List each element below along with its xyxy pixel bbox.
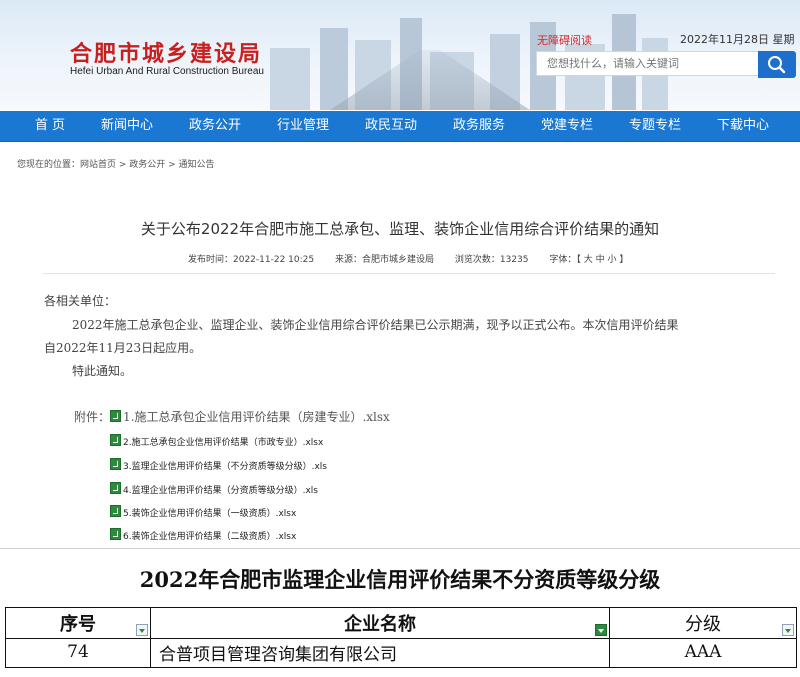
publish-time: 发布时间：2022-11-22 10:25 — [188, 255, 315, 265]
table-header-row: 序号 企业名称 分级 — [5, 607, 797, 639]
sheet-title: 2022年合肥市监理企业信用评价结果不分资质等级分级 — [139, 567, 661, 592]
attachment-item: 3.监理企业信用评价结果（不分资质等级分级）.xls — [110, 458, 327, 472]
attachment-item: 6.装饰企业信用评价结果（二级资质）.xlsx — [110, 528, 296, 542]
attachment-link-5[interactable]: 5.装饰企业信用评价结果（一级资质）.xlsx — [123, 509, 296, 519]
font-size-control[interactable]: 字体：【 大 中 小 】 — [549, 255, 628, 265]
main-nav: 首 页 新闻中心 政务公开 行业管理 政民互动 政务服务 党建专栏 专题专栏 下… — [0, 111, 800, 142]
excel-icon — [110, 482, 121, 494]
excel-icon — [110, 528, 121, 540]
article-source: 来源：合肥市城乡建设局 — [334, 255, 434, 265]
nav-item-government-affairs[interactable]: 政务公开 — [180, 111, 250, 141]
filter-dropdown-icon[interactable] — [136, 624, 148, 636]
search-button[interactable] — [758, 51, 796, 78]
logo-subtitle: Hefei Urban And Rural Construction Burea… — [70, 66, 264, 77]
header-cell-company: 企业名称 — [151, 608, 610, 638]
cell-company-name[interactable]: 合普项目管理咨询集团有限公司 — [151, 637, 610, 667]
paragraph-line-1: 2022年施工总承包企业、监理企业、装饰企业信用综合评价结果已公示期满，现予以正… — [72, 318, 679, 332]
header-label: 序号 — [60, 614, 96, 635]
excel-icon — [110, 505, 121, 517]
cell-index[interactable]: 74 — [6, 637, 151, 667]
excel-icon — [110, 458, 121, 470]
nav-item-industry[interactable]: 行业管理 — [268, 111, 338, 141]
nav-item-services[interactable]: 政务服务 — [444, 111, 514, 141]
breadcrumb[interactable]: 您现在的位置：网站首页 > 政务公开 > 通知公告 — [17, 157, 215, 170]
header-cell-grade: 分级 — [610, 608, 797, 638]
search-icon — [768, 56, 786, 74]
nav-item-party[interactable]: 党建专栏 — [532, 111, 602, 141]
attachment-link-3[interactable]: 3.监理企业信用评价结果（不分资质等级分级）.xls — [123, 462, 327, 472]
excel-icon — [110, 434, 121, 446]
search-input[interactable] — [536, 51, 758, 76]
header-banner: 合肥市城乡建设局 Hefei Urban And Rural Construct… — [0, 0, 800, 110]
header-cell-index: 序号 — [6, 608, 151, 638]
attachment-link-6[interactable]: 6.装饰企业信用评价结果（二级资质）.xlsx — [123, 532, 296, 542]
header-label: 分级 — [685, 614, 721, 635]
excel-icon — [110, 410, 122, 422]
article-title: 关于公布2022年合肥市施工总承包、监理、装饰企业信用综合评价结果的通知 — [140, 220, 660, 238]
attachment-item: 5.装饰企业信用评价结果（一级资质）.xlsx — [110, 505, 296, 519]
nav-item-interaction[interactable]: 政民互动 — [356, 111, 426, 141]
nav-item-topics[interactable]: 专题专栏 — [620, 111, 690, 141]
attachment-link-2[interactable]: 2.施工总承包企业信用评价结果（市政专业）.xlsx — [123, 438, 323, 448]
attachment-link-4[interactable]: 4.监理企业信用评价结果（分资质等级分级）.xls — [123, 486, 318, 496]
search-box — [536, 51, 796, 78]
header-label: 企业名称 — [344, 614, 416, 635]
paragraph-line-2: 自2022年11月23日起应用。 — [44, 341, 202, 355]
divider — [43, 273, 775, 274]
attachment-item: 2.施工总承包企业信用评价结果（市政专业）.xlsx — [110, 434, 323, 448]
cell-grade[interactable]: AAA — [610, 637, 797, 667]
attachments-label: 附件： — [74, 410, 111, 424]
nav-item-news[interactable]: 新闻中心 — [92, 111, 162, 141]
filter-active-icon[interactable] — [595, 624, 607, 636]
nav-item-home[interactable]: 首 页 — [22, 111, 78, 141]
logo-title[interactable]: 合肥市城乡建设局 — [70, 36, 262, 68]
closing-text: 特此通知。 — [72, 364, 133, 378]
attachment-item: 4.监理企业信用评价结果（分资质等级分级）.xls — [110, 482, 318, 496]
article-meta: 发布时间：2022-11-22 10:25 来源：合肥市城乡建设局 浏览次数：1… — [188, 252, 646, 265]
spreadsheet-excerpt: 2022年合肥市监理企业信用评价结果不分资质等级分级 序号 企业名称 分级 74… — [0, 548, 800, 677]
view-count: 浏览次数：13235 — [454, 255, 529, 265]
nav-item-downloads[interactable]: 下载中心 — [708, 111, 778, 141]
salutation: 各相关单位： — [44, 294, 117, 308]
accessibility-link[interactable]: 无障碍阅读 — [537, 32, 592, 48]
attachment-main: 附件： 1.施工总承包企业信用评价结果（房建专业）.xlsx — [74, 408, 390, 425]
filter-dropdown-icon[interactable] — [782, 624, 794, 636]
table-row: 74 合普项目管理咨询集团有限公司 AAA — [5, 637, 797, 668]
attachment-link-1[interactable]: 1.施工总承包企业信用评价结果（房建专业）.xlsx — [123, 410, 390, 424]
